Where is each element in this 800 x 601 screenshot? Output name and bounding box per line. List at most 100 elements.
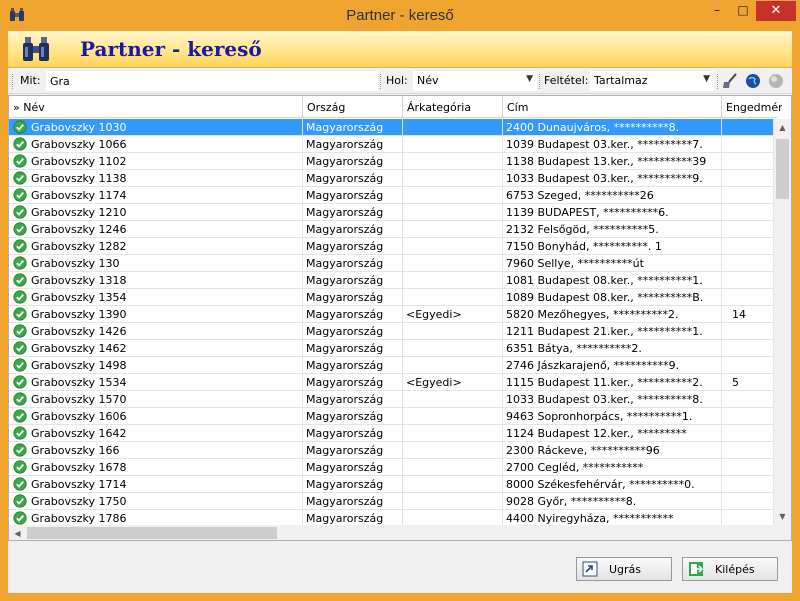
goto-button-label: Ugrás — [609, 563, 642, 576]
cell-price-category: <Egyedi> — [403, 306, 503, 323]
table-row[interactable]: Grabovszky 1138 Magyarország 1033 Budapest… — [9, 170, 774, 187]
partner-search-window: Partner - kereső – □ ✕ Partner - kereső … — [0, 0, 800, 601]
globe-icon[interactable] — [744, 72, 762, 90]
search-toolbar: Mit: Gra Hol: Név ▼ Feltétel: Tartalmaz … — [8, 69, 792, 94]
title-bar[interactable]: Partner - kereső – □ ✕ — [0, 0, 800, 31]
scroll-thumb[interactable] — [776, 139, 789, 199]
cell-discount: 14 — [722, 306, 774, 323]
column-header-address[interactable]: Cím — [503, 96, 722, 118]
column-header-price-category[interactable]: Árkategória — [403, 96, 503, 118]
table-row[interactable]: Grabovszky 1066 Magyarország 1039 Budapest… — [9, 136, 774, 153]
cell-discount — [722, 187, 774, 204]
cell-name: Grabovszky 1642 — [9, 425, 303, 442]
scroll-thumb[interactable] — [27, 527, 277, 539]
condition-select[interactable]: Tartalmaz ▼ — [590, 71, 714, 91]
table-row[interactable]: Grabovszky 1210 Magyarország 1139 BUDAPEST… — [9, 204, 774, 221]
cell-discount — [722, 442, 774, 459]
cell-name: Grabovszky 1714 — [9, 476, 303, 493]
table-row[interactable]: Grabovszky 1678 Magyarország 2700 Cegléd, … — [9, 459, 774, 476]
table-row[interactable]: Grabovszky 1282 Magyarország 7150 Bonyhád,… — [9, 238, 774, 255]
table-row[interactable]: Grabovszky 1246 Magyarország 2132 Felsőgöd… — [9, 221, 774, 238]
table-row[interactable]: Grabovszky 1750 Magyarország 9028 Győr, **… — [9, 493, 774, 510]
cell-price-category — [403, 408, 503, 425]
jump-arrow-icon — [582, 561, 598, 577]
where-select[interactable]: Név ▼ — [413, 71, 537, 91]
toolbar-grip[interactable] — [717, 74, 719, 89]
cell-discount — [722, 357, 774, 374]
toolbar-grip[interactable] — [380, 74, 382, 89]
column-header-name[interactable]: » Név — [9, 96, 303, 118]
table-row[interactable]: Grabovszky 1102 Magyarország 1138 Budapest… — [9, 153, 774, 170]
table-row[interactable]: Grabovszky 1030 Magyarország 2400 Dunaujvá… — [9, 119, 774, 136]
cell-name: Grabovszky 130 — [9, 255, 303, 272]
table-row[interactable]: Grabovszky 166 Magyarország 2300 Ráckeve, … — [9, 442, 774, 459]
cell-name: Grabovszky 1174 — [9, 187, 303, 204]
cell-name: Grabovszky 1462 — [9, 340, 303, 357]
table-row[interactable]: Grabovszky 1318 Magyarország 1081 Budapest… — [9, 272, 774, 289]
header-banner: Partner - kereső — [8, 31, 792, 68]
cell-discount — [722, 391, 774, 408]
table-row[interactable]: Grabovszky 1174 Magyarország 6753 Szeged, … — [9, 187, 774, 204]
cell-address: 2132 Felsőgöd, **********5. — [503, 221, 722, 238]
table-row[interactable]: Grabovszky 1462 Magyarország 6351 Bátya, *… — [9, 340, 774, 357]
column-header-name-label: Név — [23, 101, 45, 114]
cell-country: Magyarország — [303, 374, 403, 391]
cell-address: 1089 Budapest 08.ker., **********B. — [503, 289, 722, 306]
cell-discount — [722, 272, 774, 289]
cell-address: 1033 Budapest 03.ker., **********9. — [503, 170, 722, 187]
page-title: Partner - kereső — [80, 37, 262, 61]
table-row[interactable]: Grabovszky 1642 Magyarország 1124 Budapest… — [9, 425, 774, 442]
maximize-button[interactable]: □ — [730, 1, 756, 21]
cell-name: Grabovszky 1318 — [9, 272, 303, 289]
column-header-discount[interactable]: Engedmény — [722, 96, 782, 118]
cell-discount — [722, 476, 774, 493]
column-header-country[interactable]: Ország — [303, 96, 403, 118]
where-label: Hol: — [386, 74, 408, 87]
minimize-icon: – — [714, 3, 720, 17]
cell-country: Magyarország — [303, 119, 403, 136]
cell-address: 1081 Budapest 08.ker., **********1. — [503, 272, 722, 289]
cell-name: Grabovszky 1282 — [9, 238, 303, 255]
goto-button[interactable]: Ugrás — [576, 557, 672, 581]
table-row[interactable]: Grabovszky 1390 Magyarország <Egyedi> 5820 … — [9, 306, 774, 323]
scroll-up-icon[interactable]: ▲ — [774, 119, 791, 136]
search-input[interactable]: Gra — [46, 71, 378, 91]
cell-discount — [722, 221, 774, 238]
minimize-button[interactable]: – — [704, 1, 730, 21]
table-row[interactable]: Grabovszky 1534 Magyarország <Egyedi> 1115 … — [9, 374, 774, 391]
sort-indicator: » — [13, 101, 20, 114]
table-row[interactable]: Grabovszky 1606 Magyarország 9463 Sopronho… — [9, 408, 774, 425]
toolbar-grip[interactable] — [539, 74, 541, 89]
cell-price-category — [403, 459, 503, 476]
cell-address: 9463 Sopronhorpács, **********1. — [503, 408, 722, 425]
cell-country: Magyarország — [303, 289, 403, 306]
close-button[interactable]: ✕ — [756, 1, 796, 21]
table-row[interactable]: Grabovszky 1714 Magyarország 8000 Székesfe… — [9, 476, 774, 493]
cell-name: Grabovszky 1678 — [9, 459, 303, 476]
table-row[interactable]: Grabovszky 1498 Magyarország 2746 Jászkara… — [9, 357, 774, 374]
cell-discount — [722, 340, 774, 357]
broom-clear-icon[interactable] — [721, 72, 739, 90]
cell-name: Grabovszky 1066 — [9, 136, 303, 153]
table-row[interactable]: Grabovszky 1426 Magyarország 1211 Budapest… — [9, 323, 774, 340]
table-row[interactable]: Grabovszky 1570 Magyarország 1033 Budapest… — [9, 391, 774, 408]
cell-discount — [722, 289, 774, 306]
bottom-bar: Ugrás Kilépés — [8, 543, 792, 593]
scroll-down-icon[interactable]: ▼ — [774, 508, 791, 525]
vertical-scrollbar[interactable]: ▲ ▼ — [774, 119, 791, 525]
cell-name: Grabovszky 1138 — [9, 170, 303, 187]
toolbar-grip[interactable] — [12, 74, 14, 89]
cell-price-category — [403, 119, 503, 136]
cell-country: Magyarország — [303, 459, 403, 476]
table-row[interactable]: Grabovszky 130 Magyarország 7960 Sellye, *… — [9, 255, 774, 272]
cell-price-category — [403, 136, 503, 153]
exit-button[interactable]: Kilépés — [682, 557, 778, 581]
table-row[interactable]: Grabovszky 1354 Magyarország 1089 Budapest… — [9, 289, 774, 306]
cell-country: Magyarország — [303, 306, 403, 323]
scroll-left-icon[interactable]: ◀ — [9, 525, 26, 540]
status-circle-icon[interactable] — [767, 72, 785, 90]
cell-address: 8000 Székesfehérvár, **********0. — [503, 476, 722, 493]
window-title: Partner - kereső — [346, 7, 454, 24]
horizontal-scrollbar[interactable]: ◀ — [9, 525, 774, 540]
cell-name: Grabovszky 1534 — [9, 374, 303, 391]
